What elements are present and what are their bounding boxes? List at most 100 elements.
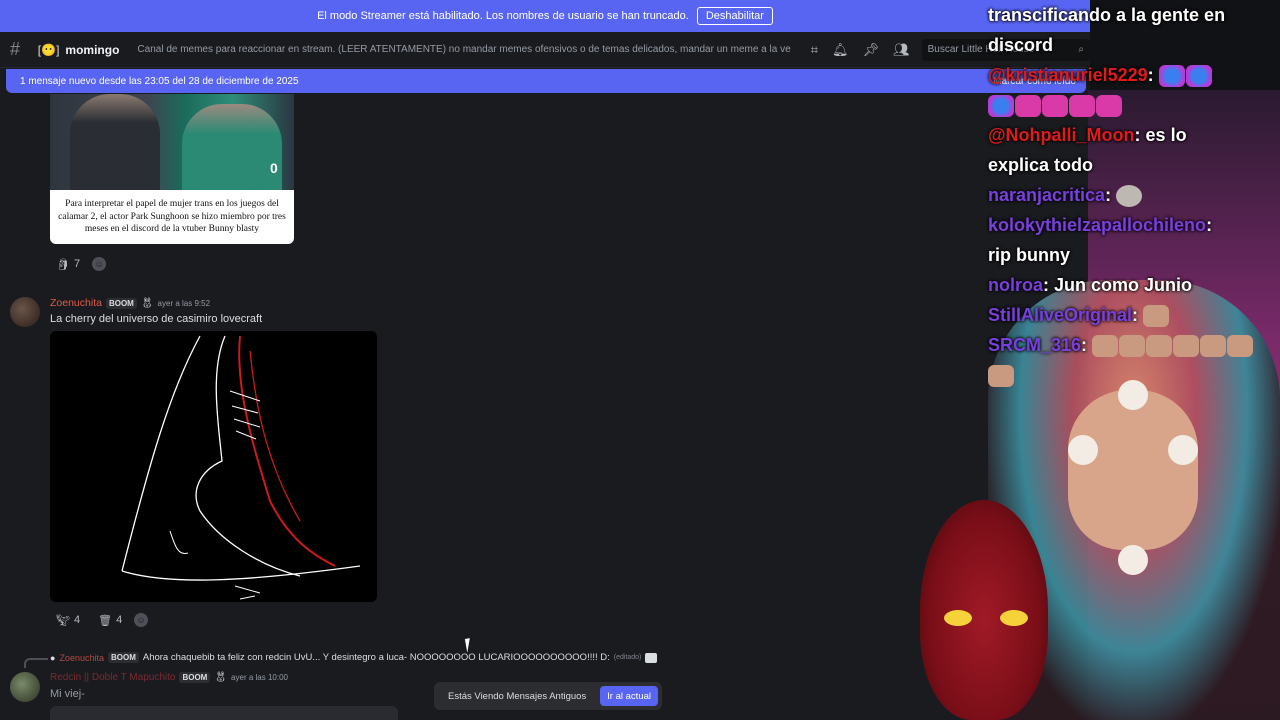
reactions-row-1: 🗿︎ 7 ☺: [50, 253, 107, 275]
reply-edited: (editado): [613, 654, 642, 661]
chat-username: @kristianuriel5229: [988, 65, 1148, 85]
chat-colon: :: [1105, 185, 1112, 205]
add-reaction-icon[interactable]: ☺: [92, 257, 107, 271]
message-header: Redcin || Doble T Mapuchito BOOM 🐰︎ ayer…: [50, 672, 288, 683]
channel-header: # [😶] momingo Canal de memes para reacci…: [0, 32, 1090, 68]
chat-colon: :: [1147, 65, 1154, 85]
disable-streamer-button[interactable]: Deshabilitar: [696, 7, 773, 25]
chat-line: transcificando a la gente en: [988, 0, 1280, 30]
skull-icon: [1068, 435, 1098, 465]
threads-icon[interactable]: ⌗: [811, 42, 818, 58]
chat-username: nolroa: [988, 275, 1044, 295]
emote-icon: [1119, 335, 1146, 358]
reply-text: Ahora chaquebib ta feliz con redcin UvU.…: [142, 652, 610, 663]
emote-icon: [1200, 335, 1227, 358]
reply-preview[interactable]: ● Zoenuchita BOOM Ahora chaquebib ta fel…: [50, 652, 658, 663]
reaction-emoji[interactable]: 🦖︎ 4: [50, 609, 86, 631]
chat-line: StillAliveOriginal:: [988, 300, 1280, 330]
username[interactable]: Zoenuchita: [50, 297, 102, 309]
chat-line: kolokythielzapallochileno:: [988, 210, 1280, 240]
sketch-drawing: [121, 335, 361, 600]
emote-icon: [1146, 335, 1173, 358]
new-messages-text: 1 mensaje nuevo desde las 23:05 del 28 d…: [20, 75, 299, 87]
streamer-mode-bar: El modo Streamer está habilitado. Los no…: [0, 0, 1090, 32]
chat-line: SRCM_316:: [988, 330, 1280, 360]
photo-person-left: [70, 94, 160, 190]
meme-photo: 0: [50, 94, 294, 190]
photo-number: 0: [270, 160, 278, 176]
channel-topic[interactable]: Canal de memes para reaccionar en stream…: [137, 44, 790, 55]
reaction-icon: 🗑︎: [98, 614, 113, 627]
emote-icon: [1042, 95, 1068, 118]
avatar[interactable]: [10, 672, 40, 702]
bunny-eye: [1000, 610, 1028, 626]
meme-caption: Para interpretar el papel de mujer trans…: [50, 190, 294, 244]
emote-icon: [1096, 95, 1122, 118]
reply-username[interactable]: Zoenuchita: [59, 653, 104, 663]
meme-image-sketch[interactable]: [50, 331, 377, 602]
badge-icon: 🐰︎: [214, 672, 228, 683]
chat-line: naranjacritica:: [988, 180, 1280, 210]
chat-colon: :: [1081, 335, 1088, 355]
image-icon: [645, 652, 658, 663]
badge-icon: 🐰︎: [140, 297, 154, 309]
emote-icon: [988, 95, 1014, 118]
add-reaction-icon[interactable]: ☺: [134, 613, 149, 627]
timestamp: ayer a las 10:00: [231, 673, 288, 682]
mouse-cursor-icon: [464, 637, 478, 653]
vtuber-face: [1068, 390, 1198, 550]
chat-line: nolroa: Jun como Junio: [988, 270, 1280, 300]
emote-icon: [1069, 95, 1095, 118]
reaction-count: 7: [73, 258, 81, 270]
channel-emoji: [😶]: [37, 42, 60, 57]
reactions-row-2: 🦖︎ 4 🗑︎ 4 ☺: [50, 609, 149, 631]
chat-username: StillAliveOriginal: [988, 305, 1133, 325]
chat-colon: :: [1132, 305, 1139, 325]
emote-icon: [988, 365, 1014, 388]
streamer-mode-message: El modo Streamer está habilitado. Los no…: [317, 10, 689, 22]
user-tag: BOOM: [179, 672, 211, 683]
emote-icon: [1158, 65, 1185, 88]
chat-line: [988, 360, 1280, 390]
bell-icon[interactable]: 🔔︎: [832, 42, 849, 58]
emote-icon: [1015, 95, 1041, 118]
username[interactable]: Redcin || Doble T Mapuchito: [50, 672, 175, 683]
jump-to-present-button[interactable]: Ir al actual: [600, 686, 658, 706]
header-toolbar: ⌗ 🔔︎ 📌︎ 👥︎: [811, 42, 910, 58]
bunny-eye: [944, 610, 972, 626]
stream-chat: transcificando a la gente en discord @kr…: [988, 0, 1280, 388]
reaction-icon: 🗿︎: [56, 258, 70, 271]
message-header: Zoenuchita BOOM 🐰︎ ayer a las 9:52: [50, 297, 210, 309]
reaction-emoji[interactable]: 🗑︎ 4: [92, 609, 128, 631]
chat-text: rip bunny: [988, 245, 1070, 265]
chat-username: SRCM_316: [988, 335, 1082, 355]
channel-name: momingo: [65, 42, 120, 57]
chat-username: naranjacritica: [988, 185, 1106, 205]
skull-icon: [1168, 435, 1198, 465]
chat-line: [988, 90, 1280, 120]
old-messages-text: Estás Viendo Mensajes Antiguos: [448, 690, 587, 702]
reply-avatar-icon: ●: [50, 652, 56, 663]
reply-connector: [24, 658, 48, 668]
reaction-emoji[interactable]: 🗿︎ 7: [50, 253, 86, 275]
chat-line: rip bunny: [988, 240, 1280, 270]
chat-line: @Nohpalli_Moon: es lo: [988, 120, 1280, 150]
chat-username: @Nohpalli_Moon: [988, 125, 1135, 145]
hash-icon: #: [10, 39, 21, 59]
members-icon[interactable]: 👥︎: [893, 42, 910, 58]
reaction-count: 4: [73, 614, 81, 626]
emote-icon: [1173, 335, 1200, 358]
timestamp: ayer a las 9:52: [157, 298, 211, 308]
emote-icon: [1092, 335, 1119, 358]
emote-icon: [1116, 185, 1143, 208]
meme-image-squid-game[interactable]: 0 Para interpretar el papel de mujer tra…: [50, 94, 294, 244]
pin-icon[interactable]: 📌︎: [863, 42, 880, 58]
message-image[interactable]: [50, 706, 398, 720]
reaction-count: 4: [116, 614, 123, 626]
avatar[interactable]: [10, 297, 40, 327]
photo-person-right: [182, 104, 282, 190]
chat-text: : Jun como Junio: [1043, 275, 1193, 295]
emote-icon: [1227, 335, 1254, 358]
message-text: La cherry del universo de casimiro lovec…: [50, 313, 263, 325]
chat-text: transcificando a la gente en: [988, 5, 1226, 25]
